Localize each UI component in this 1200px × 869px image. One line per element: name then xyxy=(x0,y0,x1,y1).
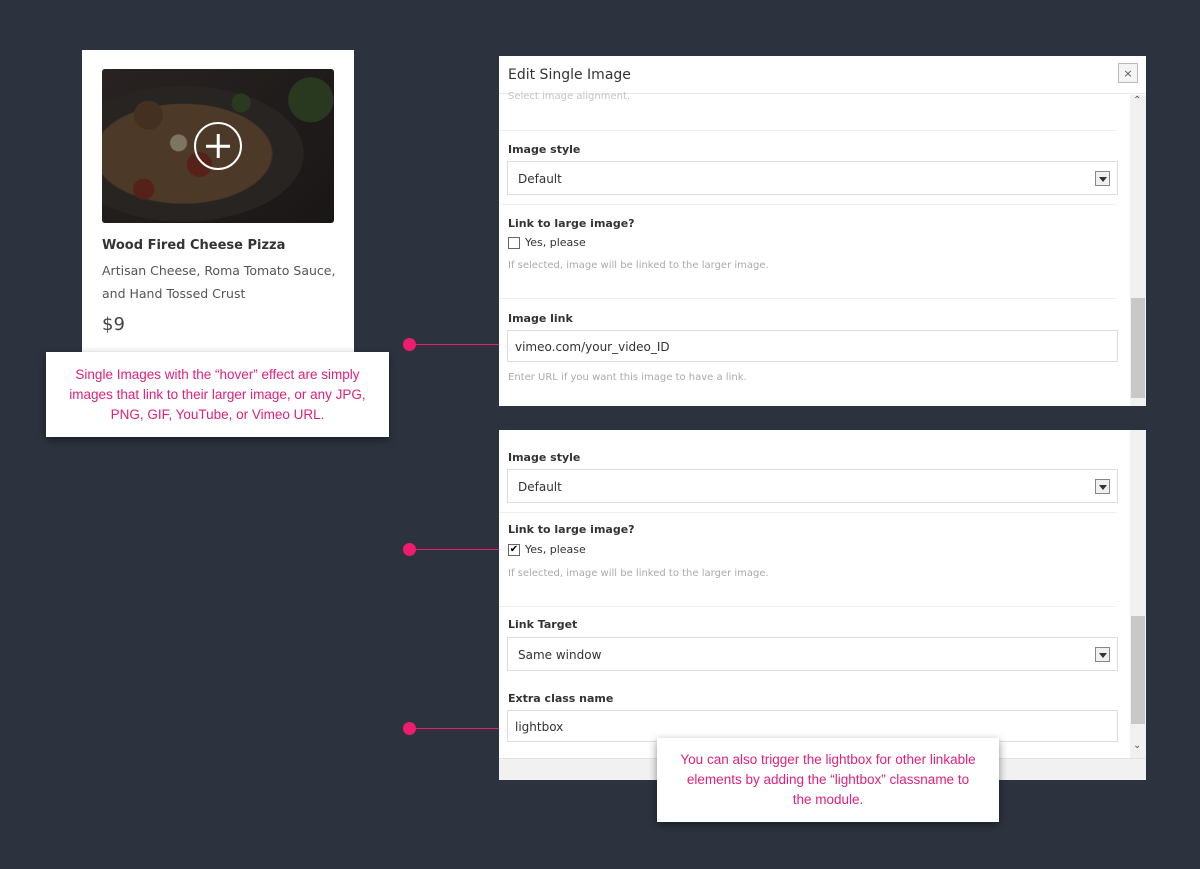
checkbox-label: Yes, please xyxy=(525,543,586,556)
dialog-scrollbar[interactable]: ⌃ xyxy=(1130,95,1146,406)
scroll-up-icon[interactable]: ⌃ xyxy=(1133,95,1141,106)
lightbox-classname-callout-text: You can also trigger the lightbox for ot… xyxy=(680,752,976,807)
close-button[interactable]: × xyxy=(1118,63,1138,83)
link-large-image-label: Link to large image? xyxy=(508,217,635,230)
menu-item-title: Wood Fired Cheese Pizza xyxy=(102,238,286,253)
alignment-hint: Select image alignment. xyxy=(508,91,631,102)
image-link-hint: Enter URL if you want this image to have… xyxy=(508,372,747,383)
dialog-header: Edit Single Image × xyxy=(499,56,1146,94)
hover-effect-callout: Single Images with the “hover” effect ar… xyxy=(46,352,389,437)
image-style-value: Default xyxy=(518,480,562,494)
chevron-down-icon xyxy=(1095,171,1110,186)
plus-circle-icon[interactable] xyxy=(194,122,242,170)
scrollbar-thumb[interactable] xyxy=(1131,616,1145,724)
connector-line-extra-class xyxy=(414,728,508,729)
scroll-down-icon[interactable]: ⌄ xyxy=(1133,740,1141,751)
extra-class-label: Extra class name xyxy=(508,692,614,705)
image-link-input[interactable]: vimeo.com/your_video_ID xyxy=(507,330,1118,362)
image-style-value: Default xyxy=(518,172,562,186)
pizza-image[interactable] xyxy=(102,69,334,223)
edit-single-image-dialog-lightbox: Image style Default Link to large image?… xyxy=(499,430,1146,780)
divider xyxy=(499,298,1117,299)
menu-item-description: Artisan Cheese, Roma Tomato Sauce, and H… xyxy=(102,263,336,301)
image-style-label: Image style xyxy=(508,143,581,156)
image-style-select[interactable]: Default xyxy=(507,161,1118,195)
lightbox-classname-callout: You can also trigger the lightbox for ot… xyxy=(657,738,999,822)
divider xyxy=(499,606,1117,607)
link-target-select[interactable]: Same window xyxy=(507,637,1118,671)
divider xyxy=(499,204,1117,205)
scrollbar-thumb[interactable] xyxy=(1131,298,1145,398)
link-target-label: Link Target xyxy=(508,618,578,631)
menu-item-price: $9 xyxy=(102,314,125,335)
link-large-image-checkbox[interactable]: ✔ xyxy=(508,544,520,556)
chevron-down-icon xyxy=(1095,479,1110,494)
menu-item-card: Wood Fired Cheese Pizza Artisan Cheese, … xyxy=(82,50,354,360)
extra-class-value: lightbox xyxy=(515,720,564,734)
link-large-image-checkbox[interactable] xyxy=(508,237,520,249)
connector-line-checkbox xyxy=(414,549,509,550)
hover-effect-callout-text: Single Images with the “hover” effect ar… xyxy=(69,366,366,422)
checkbox-label: Yes, please xyxy=(525,236,586,249)
link-large-image-label: Link to large image? xyxy=(508,523,635,536)
link-large-image-hint: If selected, image will be linked to the… xyxy=(508,260,769,271)
chevron-down-icon xyxy=(1095,647,1110,662)
image-style-select[interactable]: Default xyxy=(507,469,1118,503)
dialog-title: Edit Single Image xyxy=(508,67,631,83)
edit-single-image-dialog: Edit Single Image × Select image alignme… xyxy=(499,56,1146,406)
image-style-label: Image style xyxy=(508,451,581,464)
dialog-scrollbar[interactable]: ⌄ xyxy=(1130,430,1146,758)
link-target-value: Same window xyxy=(518,648,602,662)
connector-line-image-link xyxy=(414,344,508,345)
image-link-value: vimeo.com/your_video_ID xyxy=(515,340,670,354)
divider xyxy=(499,130,1117,131)
link-large-image-hint: If selected, image will be linked to the… xyxy=(508,568,769,579)
image-link-label: Image link xyxy=(508,312,573,325)
divider xyxy=(499,512,1117,513)
